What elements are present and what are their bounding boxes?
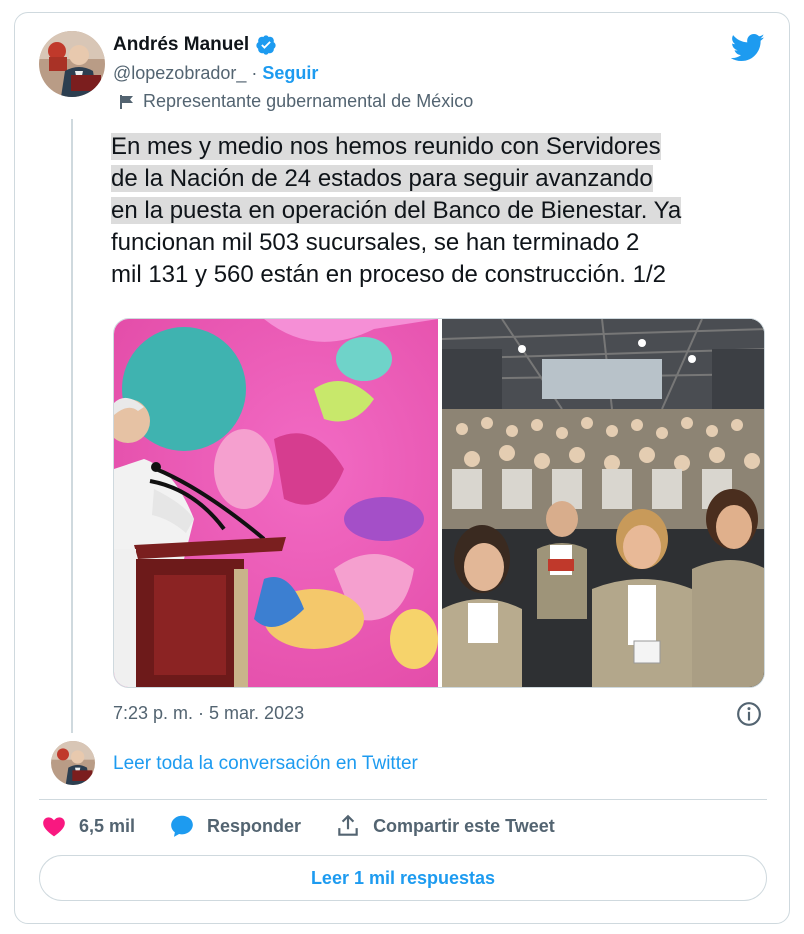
read-replies-button[interactable]: Leer 1 mil respuestas bbox=[39, 855, 767, 901]
heart-icon bbox=[43, 817, 65, 837]
tweet-text: En mes y medio nos hemos reunido con Ser… bbox=[111, 131, 771, 291]
tweet-timestamp[interactable]: 7:23 p. m. · 5 mar. 2023 bbox=[113, 703, 304, 724]
tweet-line: mil 131 y 560 están en proceso de constr… bbox=[111, 261, 666, 288]
flag-icon bbox=[120, 94, 133, 109]
author-avatar[interactable] bbox=[39, 31, 105, 97]
share-icon bbox=[338, 814, 358, 836]
photo-crowd[interactable] bbox=[442, 319, 764, 687]
thread-line bbox=[71, 119, 73, 733]
tweet-media[interactable] bbox=[113, 318, 765, 688]
tweet-line: En mes y medio nos hemos reunido con Ser… bbox=[111, 133, 661, 160]
tweet-line: en la puesta en operación del Banco de B… bbox=[111, 197, 682, 224]
follow-button[interactable]: Seguir bbox=[262, 63, 318, 83]
reply-button[interactable]: Responder bbox=[169, 813, 301, 839]
speech-bubble-icon bbox=[171, 815, 193, 837]
tweet-card: Andrés Manuel @lopezobrador_ · Seguir Re… bbox=[14, 12, 790, 924]
share-label: Compartir este Tweet bbox=[373, 815, 555, 836]
read-replies-label: Leer 1 mil respuestas bbox=[310, 867, 496, 888]
photo-speaker-podium[interactable] bbox=[114, 319, 438, 687]
tweet-actions: 6,5 mil Responder Compartir este Tweet bbox=[41, 813, 589, 839]
twitter-bird-icon[interactable] bbox=[731, 33, 765, 63]
divider bbox=[39, 799, 767, 800]
like-count: 6,5 mil bbox=[79, 815, 136, 836]
tweet-line: de la Nación de 24 estados para seguir a… bbox=[111, 165, 653, 192]
conversation-avatar[interactable] bbox=[51, 741, 95, 785]
separator: · bbox=[251, 63, 258, 83]
reply-label: Responder bbox=[207, 815, 302, 836]
info-icon[interactable] bbox=[736, 701, 762, 727]
author-name[interactable]: Andrés Manuel bbox=[113, 34, 249, 56]
verified-badge-icon bbox=[256, 35, 276, 55]
read-conversation-link[interactable]: Leer toda la conversación en Twitter bbox=[113, 753, 418, 775]
author-handle[interactable]: @lopezobrador_ bbox=[113, 63, 246, 83]
tweet-line: funcionan mil 503 sucursales, se han ter… bbox=[111, 229, 640, 256]
account-label: Representante gubernamental de México bbox=[143, 91, 474, 111]
share-button[interactable]: Compartir este Tweet bbox=[335, 813, 555, 839]
like-button[interactable]: 6,5 mil bbox=[41, 813, 135, 839]
